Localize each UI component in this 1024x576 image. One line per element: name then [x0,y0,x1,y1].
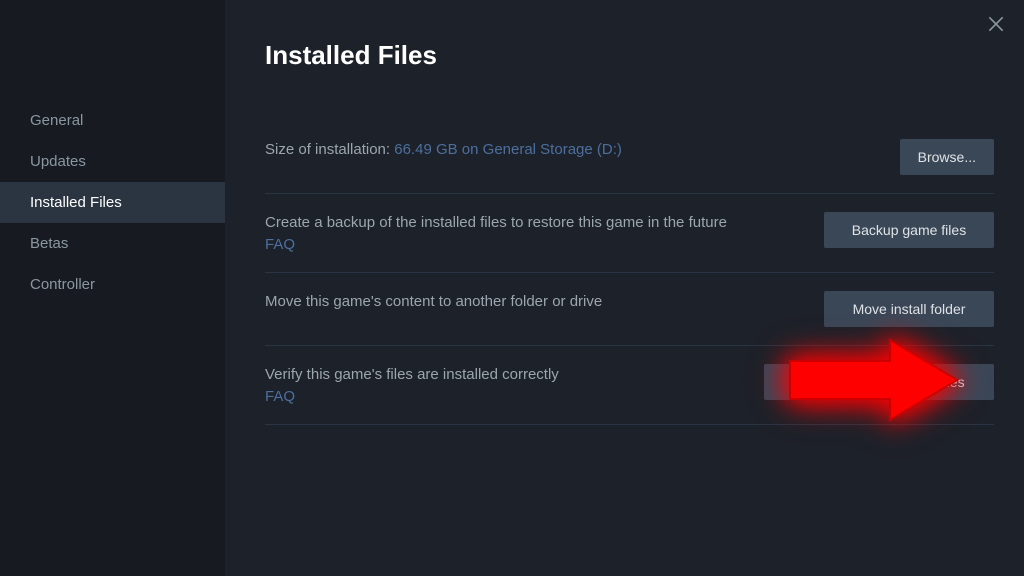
sidebar-item-installed-files[interactable]: Installed Files [0,182,225,223]
close-icon[interactable] [986,14,1006,34]
backup-faq-link[interactable]: FAQ [265,236,295,253]
sidebar-item-general[interactable]: General [0,100,225,141]
verify-faq-link[interactable]: FAQ [265,388,295,405]
move-text: Move this game's content to another fold… [265,291,784,313]
main-content: Installed Files Size of installation: 66… [225,0,1024,576]
row-move: Move this game's content to another fold… [265,273,994,346]
row-install-size: Size of installation: 66.49 GB on Genera… [265,121,994,194]
install-size-prefix: Size of installation: [265,141,394,158]
backup-button[interactable]: Backup game files [824,212,994,248]
sidebar: General Updates Installed Files Betas Co… [0,0,225,576]
sidebar-item-controller[interactable]: Controller [0,264,225,305]
sidebar-item-updates[interactable]: Updates [0,141,225,182]
row-backup: Create a backup of the installed files t… [265,194,994,273]
verify-text: Verify this game's files are installed c… [265,364,724,386]
browse-button[interactable]: Browse... [900,139,994,175]
install-size-text: Size of installation: 66.49 GB on Genera… [265,139,860,161]
sidebar-item-betas[interactable]: Betas [0,223,225,264]
backup-text: Create a backup of the installed files t… [265,212,784,234]
page-title: Installed Files [265,40,994,71]
move-button[interactable]: Move install folder [824,291,994,327]
install-location-link[interactable]: 66.49 GB on General Storage (D:) [394,141,622,158]
row-verify: Verify this game's files are installed c… [265,346,994,425]
verify-button[interactable]: Verify integrity of game files [764,364,994,400]
